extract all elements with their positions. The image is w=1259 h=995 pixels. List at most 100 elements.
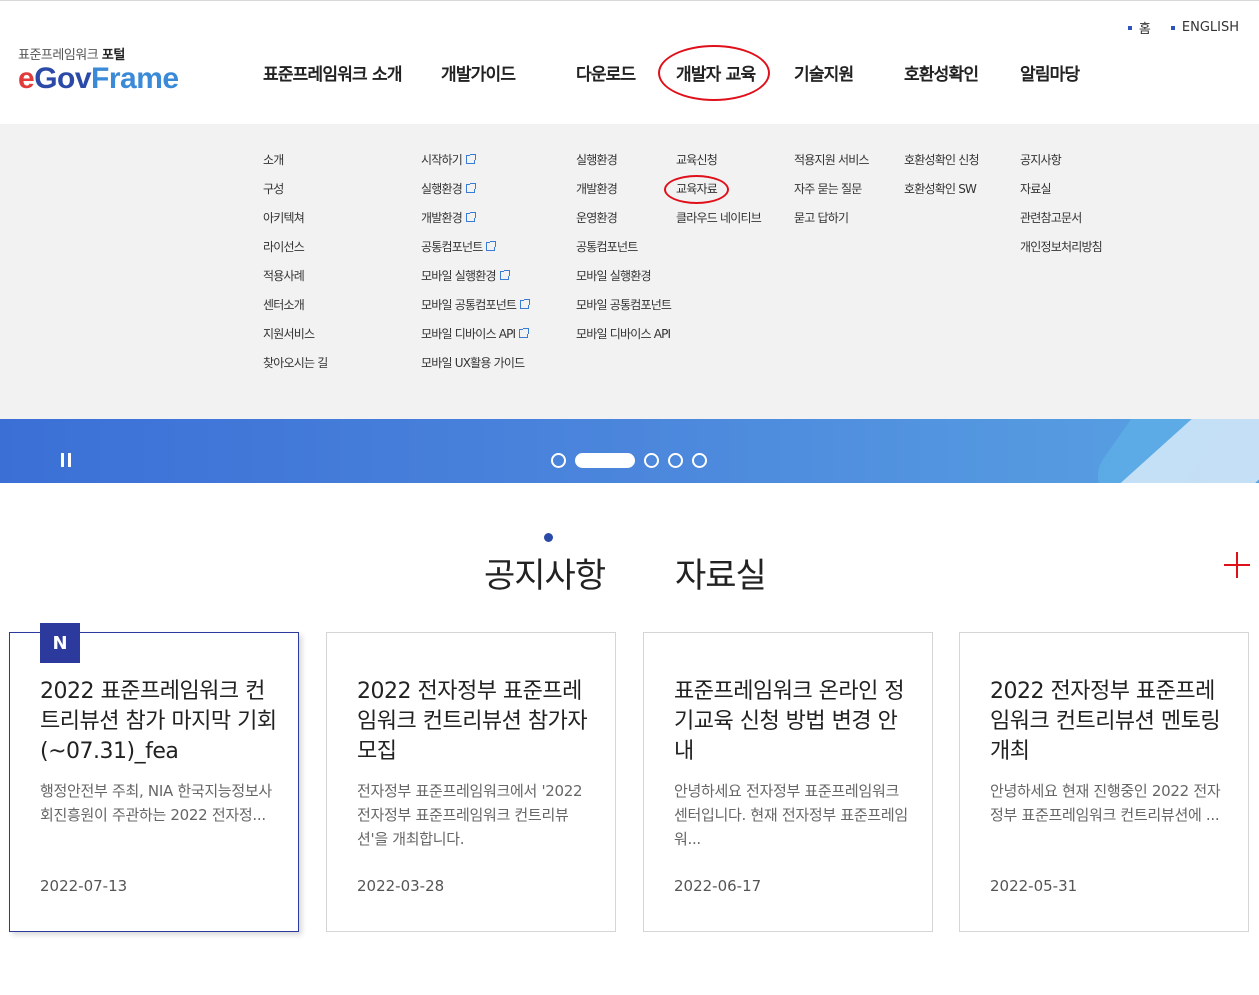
slider-pagination [551, 453, 707, 468]
new-badge: N [40, 623, 80, 663]
gnb-guide[interactable]: 개발가이드 [441, 60, 516, 85]
submenu-item[interactable]: 모바일 공통컴포넌트 [421, 297, 531, 326]
notice-card[interactable]: 2022 전자정부 표준프레임워크 컨트리뷰션 참가자 모집 전자정부 표준프레… [326, 632, 616, 932]
submenu-item[interactable]: 구성 [263, 181, 327, 210]
submenu-compat: 호환성확인 신청 호환성확인 SW [904, 152, 979, 210]
card-description: 안녕하세요 전자정부 표준프레임워크 센터입니다. 현재 전자정부 표준프레임워… [674, 782, 908, 848]
submenu-item[interactable]: 소개 [263, 152, 327, 181]
submenu-item[interactable]: 공통컴포넌트 [421, 239, 529, 268]
slider-dot[interactable] [644, 453, 659, 468]
submenu-item[interactable]: 실행환경 [421, 181, 529, 210]
submenu-item[interactable]: 모바일 UX활용 가이드 [421, 355, 529, 384]
notice-card[interactable]: N 2022 표준프레임워크 컨트리뷰션 참가 마지막 기회(~07.31)_f… [9, 623, 299, 932]
submenu-item[interactable]: 모바일 실행환경 [576, 268, 671, 297]
slider-dot[interactable] [668, 453, 683, 468]
submenu-label: 자주 묻는 질문 [794, 182, 862, 196]
submenu-item[interactable]: 운영환경 [576, 210, 671, 239]
submenu-label: 적용사례 [263, 269, 305, 283]
card-description: 전자정부 표준프레임워크에서 '2022 전자정부 표준프레임워크 컨트리뷰션'… [357, 782, 583, 848]
gnb-intro[interactable]: 표준프레임워크 소개 [263, 60, 402, 85]
main-banner [0, 419, 1259, 483]
external-link-icon [465, 212, 476, 222]
submenu-label: 모바일 공통컴포넌트 [576, 298, 672, 312]
card-date: 2022-03-28 [357, 877, 445, 895]
gnb-notice[interactable]: 알림마당 [1020, 60, 1080, 85]
submenu-item[interactable]: 시작하기 [421, 152, 529, 181]
submenu-item[interactable]: 모바일 공통컴포넌트 [576, 297, 672, 326]
logo-sub-text: 표준프레임워크 [18, 48, 102, 63]
submenu-item[interactable]: 모바일 디바이스 API [576, 326, 671, 355]
submenu-item[interactable]: 적용사례 [263, 268, 327, 297]
submenu-item[interactable]: 모바일 실행환경 [421, 268, 529, 297]
notice-card[interactable]: 표준프레임워크 온라인 정기교육 신청 방법 변경 안내 안녕하세요 전자정부 … [643, 632, 933, 932]
submenu-item[interactable]: 자주 묻는 질문 [794, 181, 869, 210]
submenu-guide: 시작하기 실행환경 개발환경 공통컴포넌트 모바일 실행환경 모바일 공통컴포넌… [421, 152, 531, 384]
submenu-label: 모바일 UX활용 가이드 [421, 356, 525, 370]
submenu-item[interactable]: 센터소개 [263, 297, 327, 326]
submenu-item[interactable]: 찾아오시는 길 [263, 355, 328, 384]
submenu-label: 호환성확인 신청 [904, 153, 979, 167]
active-tab-indicator [544, 533, 553, 542]
submenu-item[interactable]: 적용지원 서비스 [794, 152, 869, 181]
submenu-item[interactable]: 자료실 [1020, 181, 1102, 210]
submenu-item[interactable]: 아키텍쳐 [263, 210, 327, 239]
card-description: 행정안전부 주최, NIA 한국지능정보사회진흥원이 주관하는 2022 전자정… [40, 782, 272, 824]
submenu-label: 클라우드 네이티브 [676, 211, 762, 225]
card-title: 2022 전자정부 표준프레임워크 컨트리뷰션 참가자 모집 [357, 679, 588, 764]
card-date: 2022-05-31 [990, 877, 1078, 895]
submenu-item[interactable]: 지원서비스 [263, 326, 327, 355]
submenu-item[interactable]: 개발환경 [421, 210, 529, 239]
english-link-label: ENGLISH [1181, 20, 1239, 35]
more-plus-icon[interactable] [1224, 552, 1250, 578]
submenu-support: 적용지원 서비스 자주 묻는 질문 묻고 답하기 [794, 152, 869, 239]
submenu-label: 구성 [263, 182, 284, 196]
submenu-item[interactable]: 개발환경 [576, 181, 671, 210]
logo-gov: Gov [34, 62, 92, 95]
submenu-item[interactable]: 호환성확인 SW [904, 181, 979, 210]
logo-sub-bold: 포털 [101, 48, 125, 63]
card-title: 2022 표준프레임워크 컨트리뷰션 참가 마지막 기회(~07.31)_fea [40, 679, 277, 764]
submenu-label: 묻고 답하기 [794, 211, 849, 225]
gnb-support[interactable]: 기술지원 [794, 60, 854, 85]
external-link-icon [499, 270, 510, 280]
tab-notice[interactable]: 공지사항 [484, 548, 606, 597]
submenu-item[interactable]: 클라우드 네이티브 [676, 210, 762, 239]
card-title: 2022 전자정부 표준프레임워크 컨트리뷰션 멘토링 개최 [990, 679, 1221, 764]
gnb-compat[interactable]: 호환성확인 [904, 60, 979, 85]
submenu-item[interactable]: 개인정보처리방침 [1020, 239, 1103, 268]
submenu-label: 라이선스 [263, 240, 305, 254]
submenu-label: 개발환경 [421, 211, 463, 225]
submenu-item[interactable]: 실행환경 [576, 152, 671, 181]
submenu-item[interactable]: 모바일 디바이스 API [421, 326, 530, 355]
submenu-label: 센터소개 [263, 298, 305, 312]
submenu-label: 모바일 실행환경 [576, 269, 651, 283]
slider-dot[interactable] [551, 453, 566, 468]
home-link-label: 홈 [1138, 22, 1151, 37]
submenu-label: 교육신청 [676, 153, 718, 167]
english-link[interactable]: ENGLISH [1170, 18, 1239, 37]
slider-dot-active[interactable] [575, 453, 635, 468]
submenu-label: 실행환경 [421, 182, 463, 196]
logo-e: e [18, 62, 35, 95]
home-link[interactable]: 홈 [1127, 18, 1151, 37]
submenu-label: 찾아오시는 길 [263, 356, 328, 370]
submenu-label: 공통컴포넌트 [576, 240, 638, 254]
highlight-oval-edu-materials [664, 175, 729, 204]
submenu-item[interactable]: 공지사항 [1020, 152, 1102, 181]
slider-dot[interactable] [692, 453, 707, 468]
submenu-intro: 소개 구성 아키텍쳐 라이선스 적용사례 센터소개 지원서비스 찾아오시는 길 [263, 152, 328, 384]
pause-icon[interactable] [61, 453, 71, 467]
gnb-download[interactable]: 다운로드 [576, 60, 636, 85]
submenu-item[interactable]: 묻고 답하기 [794, 210, 869, 239]
mega-menu-panel: 소개 구성 아키텍쳐 라이선스 적용사례 센터소개 지원서비스 찾아오시는 길 … [0, 124, 1259, 419]
site-logo[interactable]: 표준프레임워크 포털 eGovFrame [18, 44, 179, 94]
card-title: 표준프레임워크 온라인 정기교육 신청 방법 변경 안내 [674, 679, 905, 764]
notice-card[interactable]: 2022 전자정부 표준프레임워크 컨트리뷰션 멘토링 개최 안녕하세요 현재 … [959, 632, 1249, 932]
submenu-item[interactable]: 호환성확인 신청 [904, 152, 979, 181]
submenu-label: 모바일 실행환경 [421, 269, 496, 283]
submenu-item[interactable]: 공통컴포넌트 [576, 239, 671, 268]
submenu-item[interactable]: 관련참고문서 [1020, 210, 1102, 239]
submenu-download: 실행환경 개발환경 운영환경 공통컴포넌트 모바일 실행환경 모바일 공통컴포넌… [576, 152, 672, 355]
submenu-item[interactable]: 라이선스 [263, 239, 327, 268]
tab-archive[interactable]: 자료실 [675, 548, 767, 597]
